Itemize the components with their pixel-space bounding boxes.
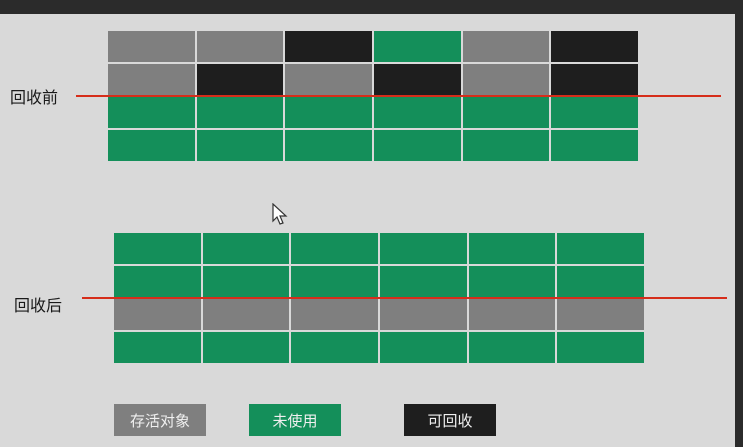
memory-cell-unused bbox=[551, 130, 638, 161]
memory-cell-unused bbox=[202, 266, 290, 297]
memory-cell-alive bbox=[108, 64, 195, 95]
memory-cell-unused bbox=[108, 130, 195, 161]
label-before: 回收前 bbox=[10, 88, 59, 107]
memory-cell-unused bbox=[108, 97, 195, 128]
memory-cell-unused bbox=[291, 266, 378, 297]
memory-cell-unused bbox=[196, 130, 284, 161]
memory-cell-unused bbox=[196, 97, 284, 128]
memory-cell-unused bbox=[291, 233, 378, 264]
memory-cell-unused bbox=[379, 332, 467, 363]
label-after: 回收后 bbox=[14, 296, 63, 315]
legend-alive: 存活对象 bbox=[114, 404, 206, 436]
memory-cell-unused bbox=[114, 266, 201, 297]
memory-cell-unused bbox=[557, 233, 644, 264]
legend-unused: 未使用 bbox=[249, 404, 341, 436]
mouse-pointer-icon bbox=[272, 202, 288, 231]
memory-cell-unused bbox=[373, 130, 461, 161]
memory-cell-reclaimable bbox=[551, 31, 638, 62]
memory-cell-alive bbox=[557, 299, 644, 330]
memory-cell-reclaimable bbox=[373, 64, 461, 95]
memory-cell-unused bbox=[462, 130, 550, 161]
memory-cell-unused bbox=[379, 233, 467, 264]
memory-cell-unused bbox=[114, 233, 201, 264]
memory-cell-reclaimable bbox=[551, 64, 638, 95]
boundary-line-before bbox=[76, 95, 721, 97]
memory-cell-alive bbox=[462, 64, 550, 95]
memory-cell-alive bbox=[114, 299, 201, 330]
memory-cell-unused bbox=[373, 31, 461, 62]
memory-cell-alive bbox=[285, 64, 372, 95]
memory-cell-reclaimable bbox=[285, 31, 372, 62]
memory-cell-alive bbox=[379, 299, 467, 330]
memory-cell-alive bbox=[291, 299, 378, 330]
memory-cell-unused bbox=[462, 97, 550, 128]
memory-cell-unused bbox=[373, 97, 461, 128]
memory-cell-alive bbox=[462, 31, 550, 62]
memory-cell-unused bbox=[468, 332, 556, 363]
memory-cell-unused bbox=[285, 97, 372, 128]
memory-cell-alive bbox=[196, 31, 284, 62]
memory-cell-reclaimable bbox=[196, 64, 284, 95]
memory-cell-unused bbox=[379, 266, 467, 297]
memory-cell-alive bbox=[202, 299, 290, 330]
legend-reclaimable: 可回收 bbox=[404, 404, 496, 436]
memory-cell-unused bbox=[468, 266, 556, 297]
memory-cell-unused bbox=[114, 332, 201, 363]
memory-cell-unused bbox=[557, 266, 644, 297]
memory-cell-unused bbox=[291, 332, 378, 363]
memory-cell-alive bbox=[468, 299, 556, 330]
memory-cell-unused bbox=[285, 130, 372, 161]
boundary-line-after bbox=[82, 297, 727, 299]
memory-cell-unused bbox=[468, 233, 556, 264]
memory-cell-unused bbox=[551, 97, 638, 128]
memory-cell-unused bbox=[557, 332, 644, 363]
memory-cell-unused bbox=[202, 332, 290, 363]
memory-cell-alive bbox=[108, 31, 195, 62]
memory-cell-unused bbox=[202, 233, 290, 264]
